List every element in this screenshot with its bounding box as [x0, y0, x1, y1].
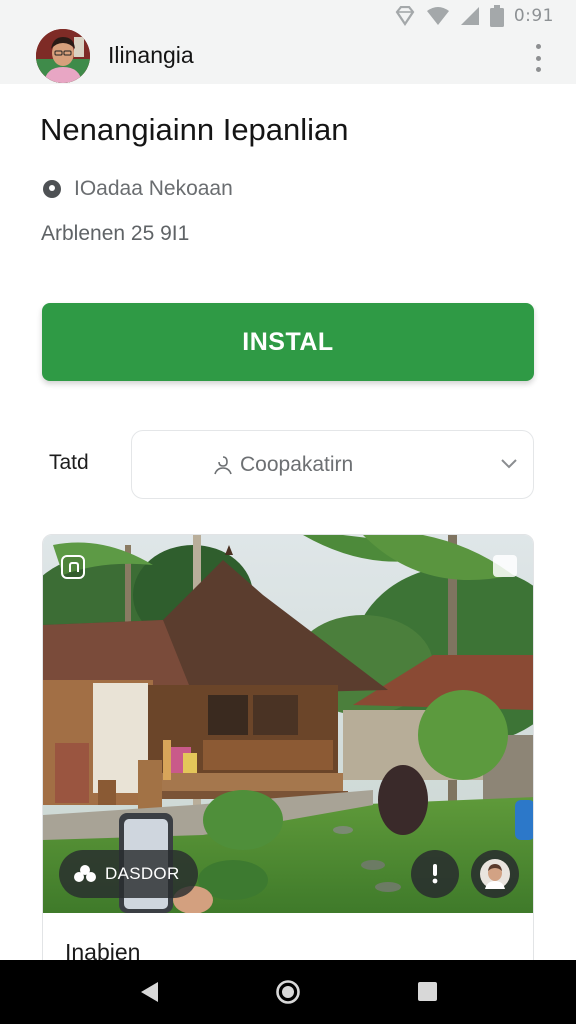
system-nav-bar [0, 960, 576, 1024]
select-label: Tatd [49, 451, 89, 474]
chip-label: DASDOR [105, 864, 180, 883]
select-value: Coopakatirn [214, 453, 353, 477]
details-text: Arblenen 25 9I1 [41, 222, 190, 245]
category-select[interactable]: Coopakatirn [131, 430, 534, 499]
cell-signal-icon [460, 6, 480, 26]
profile-avatar-icon[interactable] [471, 850, 519, 898]
back-icon[interactable] [138, 980, 160, 1004]
user-avatar[interactable] [36, 29, 90, 83]
location-row: IOadaa Nekoaan [42, 177, 233, 201]
install-button[interactable]: INSTAL [42, 303, 534, 381]
app-screen: 0:91 Ilinangia Nenangiainn Iepanlian IOa… [0, 0, 576, 1024]
save-icon[interactable] [61, 555, 85, 579]
wifi-icon [426, 6, 450, 26]
app-title: Ilinangia [108, 42, 194, 68]
category-chip[interactable]: DASDOR [59, 850, 198, 898]
diamond-icon [394, 6, 416, 26]
page-title: Nenangiainn Iepanlian [40, 112, 349, 147]
home-icon[interactable] [275, 979, 301, 1005]
user-icon [214, 456, 232, 475]
share-icon[interactable] [493, 555, 517, 577]
cloud-group-icon [74, 865, 96, 882]
chevron-down-icon [501, 459, 517, 469]
location-pin-icon [43, 180, 61, 198]
status-bar: 0:91 [394, 4, 554, 28]
overflow-menu-icon[interactable] [530, 44, 546, 72]
top-bar: 0:91 Ilinangia [0, 0, 576, 84]
battery-icon [489, 5, 504, 27]
clock: 0:91 [513, 6, 554, 26]
recents-icon[interactable] [418, 982, 437, 1001]
location-text: IOadaa Nekoaan [74, 177, 233, 200]
listing-card[interactable]: DASDOR Inabien [42, 534, 534, 974]
select-value-text: Coopakatirn [240, 453, 354, 476]
more-vertical-icon[interactable] [411, 850, 459, 898]
